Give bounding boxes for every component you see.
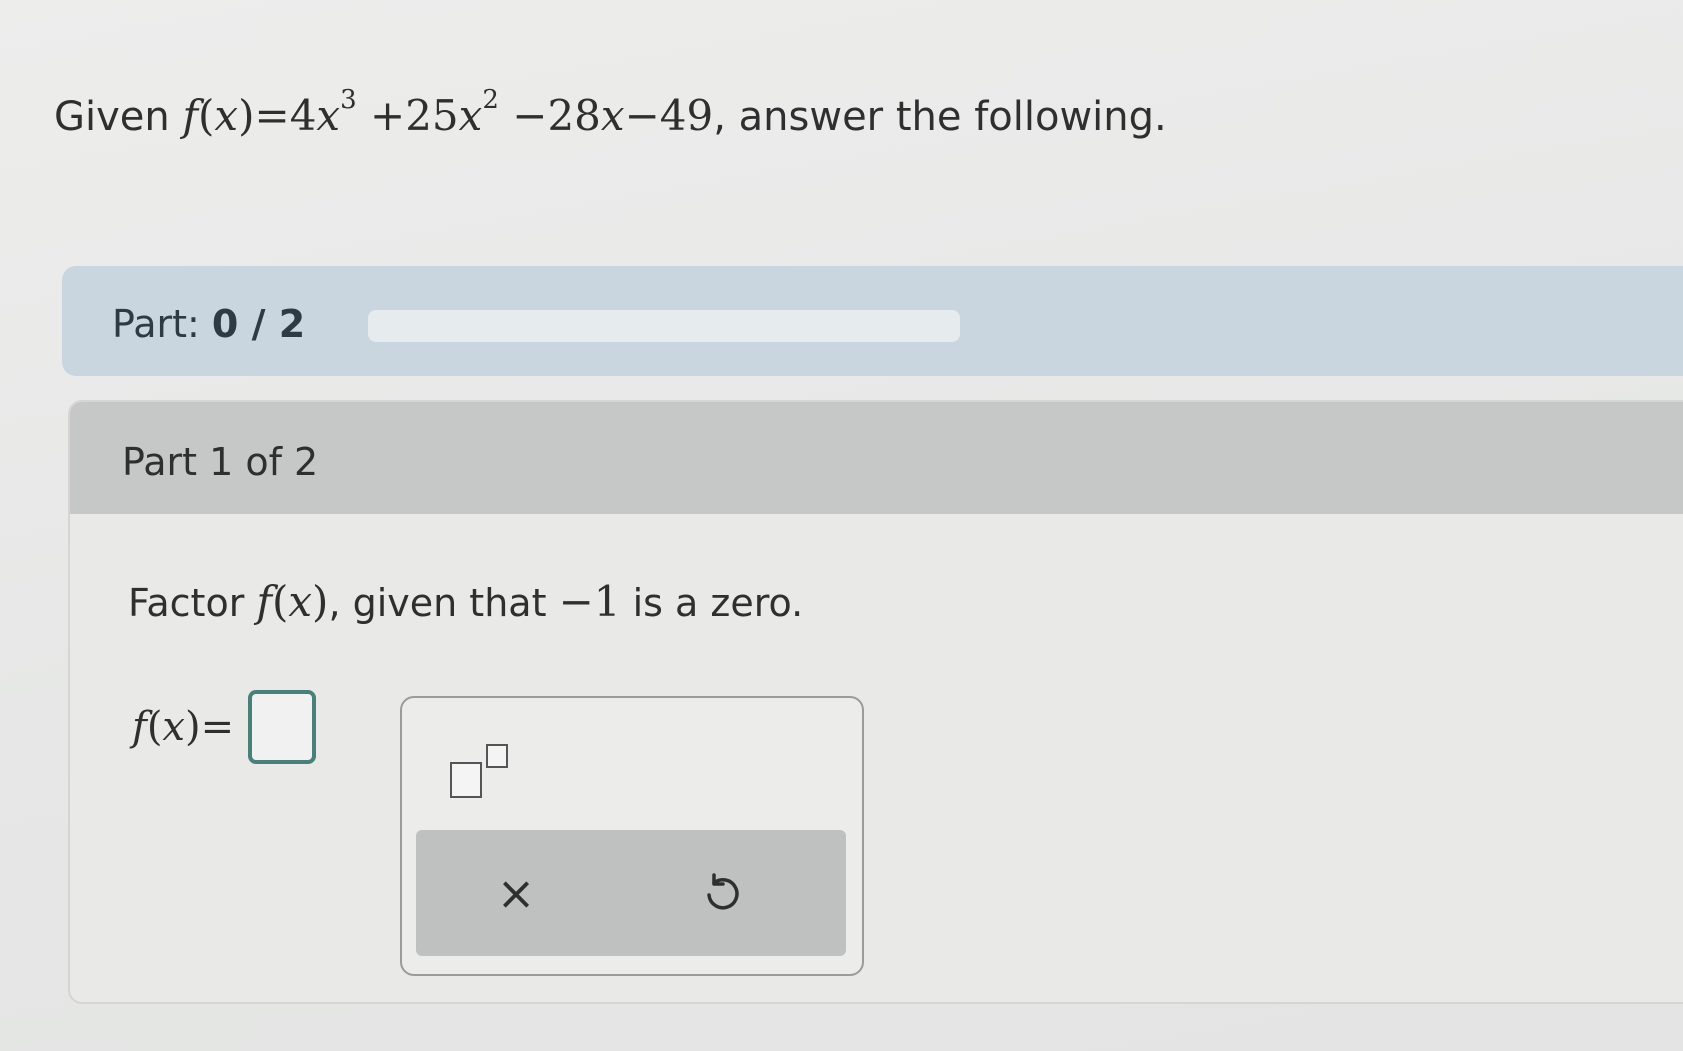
part-title: Part 1 of 2 (122, 440, 319, 484)
exponent-power-box (486, 744, 508, 768)
math-keypad: × (400, 696, 864, 976)
progress-bar (368, 310, 960, 342)
answer-input[interactable] (248, 690, 317, 764)
instruction-text: Factor f(x), given that −1 is a zero. (128, 577, 804, 626)
clear-button[interactable]: × (476, 860, 556, 926)
progress-label: Part: 0 / 2 (112, 302, 306, 346)
part-header: Part 1 of 2 (70, 402, 1683, 514)
keypad-action-bar: × (416, 830, 846, 956)
progress-strip: Part: 0 / 2 (62, 266, 1683, 376)
function-expression: f(x)=4x3 +25x2 −28x−49 (182, 85, 714, 140)
undo-button[interactable] (682, 860, 762, 926)
question-suffix: , answer the following. (713, 94, 1167, 140)
close-icon: × (496, 866, 536, 920)
exponent-base-box (450, 762, 482, 798)
progress-count: 0 / 2 (211, 302, 306, 346)
answer-label: f(x)= (132, 704, 235, 750)
question-text: Given f(x)=4x3 +25x2 −28x−49, answer the… (54, 85, 1167, 145)
part-card: Part 1 of 2 Factor f(x), given that −1 i… (68, 400, 1683, 1004)
undo-icon (707, 873, 739, 910)
superscript-template-icon[interactable] (450, 744, 514, 800)
page: Given f(x)=4x3 +25x2 −28x−49, answer the… (0, 0, 1683, 1051)
question-prefix: Given (54, 94, 170, 140)
answer-row: f(x)= (132, 690, 317, 764)
